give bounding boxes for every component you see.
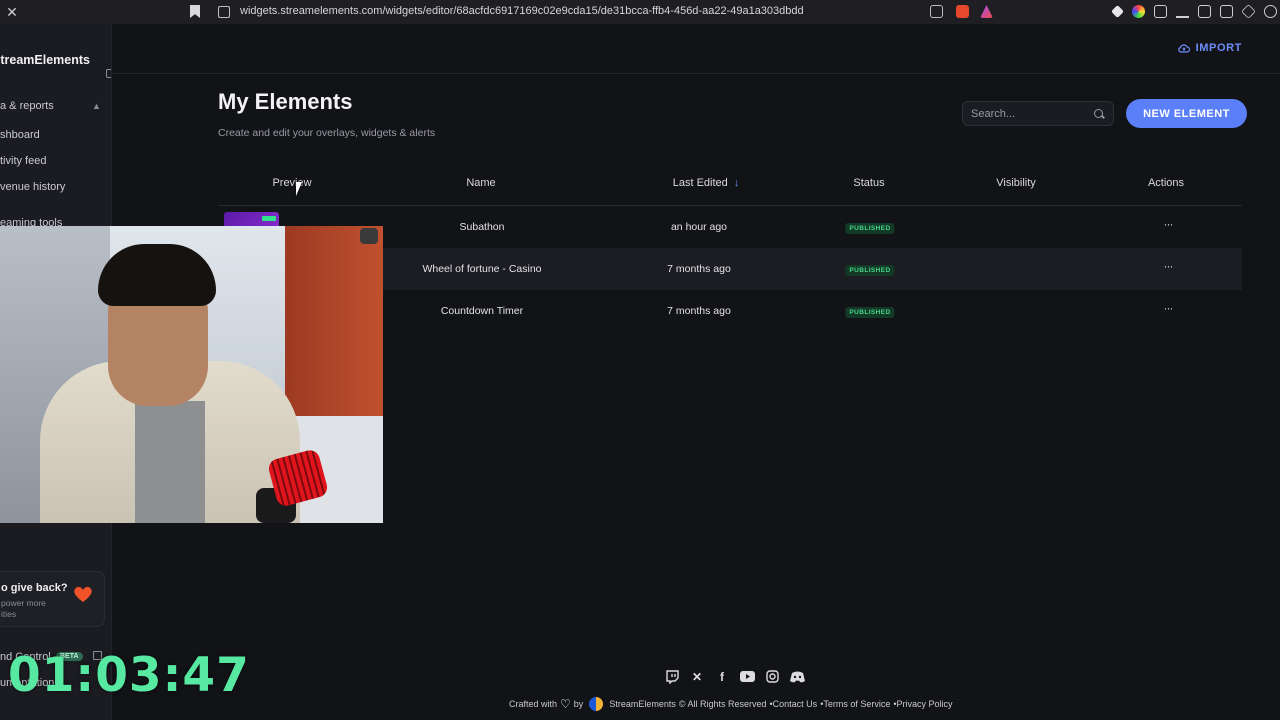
element-last-edited: an hour ago — [670, 221, 728, 233]
element-name: Wheel of fortune - Casino — [422, 263, 542, 275]
more-actions-icon[interactable]: ··· — [1164, 217, 1174, 231]
new-element-button[interactable]: NEW ELEMENT — [1126, 99, 1247, 128]
footer: Crafted with ♡ by StreamElements © All R… — [509, 697, 953, 711]
search-input[interactable] — [971, 106, 1091, 122]
status-badge: PUBLISHED — [845, 265, 895, 276]
menu-icon[interactable] — [1264, 5, 1277, 18]
column-last-edited-label: Last Edited — [672, 177, 728, 189]
cloud-upload-icon — [1177, 44, 1190, 53]
download-icon[interactable] — [1176, 5, 1189, 18]
twitch-icon[interactable] — [664, 669, 680, 684]
page-subtitle: Create and edit your overlays, widgets &… — [218, 127, 436, 139]
extension-icon[interactable] — [1111, 5, 1124, 18]
puzzle-icon[interactable] — [1154, 5, 1167, 18]
element-name: Countdown Timer — [440, 305, 524, 317]
element-last-edited: 7 months ago — [667, 263, 731, 275]
webcam-person-shirt — [135, 401, 205, 523]
give-back-title: o give back? — [1, 582, 68, 594]
sort-desc-icon: ↓ — [733, 177, 740, 189]
status-badge: PUBLISHED — [845, 223, 895, 234]
more-actions-icon[interactable]: ··· — [1164, 259, 1174, 273]
discord-icon[interactable] — [789, 669, 805, 684]
address-bar[interactable]: widgets.streamelements.com/widgets/edito… — [240, 5, 804, 17]
more-actions-icon[interactable]: ··· — [1164, 301, 1174, 315]
footer-crafted-text: Crafted with — [509, 699, 558, 709]
share-icon[interactable] — [930, 5, 943, 18]
footer-by-text: by — [573, 699, 584, 709]
brand-name[interactable]: StreamElements — [0, 53, 90, 67]
status-badge: PUBLISHED — [845, 307, 895, 318]
webcam-person-hair — [98, 244, 216, 306]
sidebar-item-dashboard[interactable]: shboard — [0, 129, 40, 141]
camera-icon — [360, 228, 378, 244]
column-actions: Actions — [1147, 177, 1185, 189]
import-label: IMPORT — [1195, 42, 1242, 54]
bookmark-icon[interactable] — [190, 5, 200, 18]
browser-toolbar: ✕ widgets.streamelements.com/widgets/edi… — [0, 0, 1280, 24]
sidebar-group-data-reports[interactable]: a & reports — [0, 100, 54, 112]
give-back-subtitle: power more ities — [1, 598, 46, 619]
footer-privacy-link[interactable]: •Privacy Policy — [893, 699, 952, 709]
webcam-background-door — [285, 226, 383, 416]
facebook-icon[interactable]: f — [714, 669, 730, 684]
element-last-edited: 7 months ago — [667, 305, 731, 317]
heart-outline-icon: ♡ — [560, 697, 571, 711]
element-name: Subathon — [459, 221, 505, 233]
column-preview[interactable]: Preview — [272, 177, 311, 189]
search-box[interactable] — [962, 101, 1114, 126]
footer-contact-link[interactable]: •Contact Us — [770, 699, 818, 709]
footer-brand: StreamElements — [609, 699, 676, 709]
x-icon[interactable]: ✕ — [689, 669, 705, 684]
column-visibility[interactable]: Visibility — [996, 177, 1036, 189]
wallet-icon[interactable] — [1220, 5, 1233, 18]
close-tab-icon[interactable]: ✕ — [0, 4, 24, 21]
mouse-cursor-icon — [296, 182, 302, 196]
top-bar: IMPORT — [112, 24, 1280, 74]
sidebar-item-revenue-history[interactable]: venue history — [0, 181, 65, 193]
leo-ai-icon[interactable] — [1241, 4, 1256, 19]
sidebar-toggle-icon[interactable] — [1198, 5, 1211, 18]
search-icon[interactable] — [1094, 109, 1103, 118]
footer-rights: © All Rights Reserved — [678, 699, 767, 709]
color-extension-icon[interactable] — [1132, 5, 1145, 18]
youtube-icon[interactable] — [739, 669, 755, 684]
chevron-up-icon[interactable]: ▲ — [92, 101, 101, 111]
import-button[interactable]: IMPORT — [1177, 42, 1242, 54]
column-last-edited[interactable]: Last Edited ↓ — [673, 177, 740, 189]
social-links: ✕ f — [664, 669, 805, 684]
site-settings-icon[interactable] — [218, 6, 230, 18]
column-name[interactable]: Name — [466, 177, 495, 189]
brave-rewards-icon[interactable] — [980, 5, 993, 18]
table-header: Preview Name Last Edited ↓ Status Visibil… — [218, 165, 1242, 206]
brave-shield-icon[interactable] — [956, 5, 969, 18]
sidebar-item-activity-feed[interactable]: tivity feed — [0, 155, 46, 167]
stream-timer: 01:03:47 — [8, 648, 250, 703]
thumbnail-tag — [262, 216, 276, 221]
footer-terms-link[interactable]: •Terms of Service — [820, 699, 890, 709]
give-back-card[interactable]: o give back? power more ities — [0, 571, 105, 627]
column-status[interactable]: Status — [853, 177, 884, 189]
webcam-overlay — [0, 226, 383, 523]
page-title: My Elements — [218, 89, 353, 114]
heart-icon — [74, 586, 92, 602]
streamelements-logo-icon — [589, 697, 604, 711]
instagram-icon[interactable] — [764, 669, 780, 684]
